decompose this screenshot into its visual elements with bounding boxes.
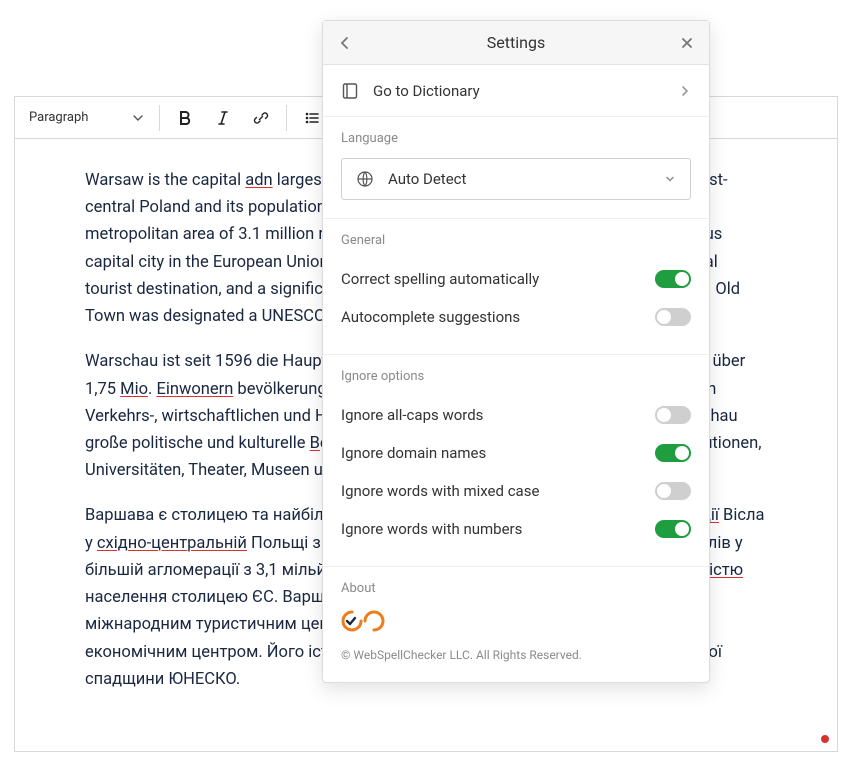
bold-button[interactable] bbox=[168, 103, 202, 133]
italic-button[interactable] bbox=[206, 103, 240, 133]
general-option-row: Correct spelling automatically bbox=[341, 260, 691, 298]
settings-panel: Settings Go to Dictionary Language Auto … bbox=[322, 20, 710, 683]
general-option-row: Autocomplete suggestions bbox=[341, 298, 691, 336]
text-run: Warsaw is the capital bbox=[85, 171, 245, 190]
ignore-option-row: Ignore all-caps words bbox=[341, 396, 691, 434]
spellcheck-status-indicator[interactable] bbox=[821, 735, 829, 743]
ignore-option-toggle[interactable] bbox=[655, 444, 691, 462]
about-label: About bbox=[341, 581, 691, 596]
ignore-option-toggle[interactable] bbox=[655, 482, 691, 500]
back-button[interactable] bbox=[323, 21, 367, 64]
general-option-label: Correct spelling automatically bbox=[341, 270, 539, 288]
language-select-value: Auto Detect bbox=[388, 170, 466, 188]
ignore-option-label: Ignore words with numbers bbox=[341, 520, 522, 538]
ignore-option-label: Ignore domain names bbox=[341, 444, 486, 462]
chevron-down-icon bbox=[133, 113, 143, 123]
language-section: Language Auto Detect bbox=[323, 117, 709, 219]
ignore-option-label: Ignore all-caps words bbox=[341, 406, 483, 424]
general-section: General Correct spelling automatically Au… bbox=[323, 219, 709, 355]
ignore-option-toggle[interactable] bbox=[655, 406, 691, 424]
toolbar-separator bbox=[159, 105, 160, 131]
general-option-toggle[interactable] bbox=[655, 308, 691, 326]
spelling-error[interactable]: adn bbox=[245, 171, 272, 190]
paragraph-style-label: Paragraph bbox=[29, 110, 88, 125]
general-option-label: Autocomplete suggestions bbox=[341, 308, 520, 326]
link-button[interactable] bbox=[244, 103, 278, 133]
spelling-error[interactable]: Mio bbox=[120, 380, 148, 399]
general-option-toggle[interactable] bbox=[655, 270, 691, 288]
ignore-option-row: Ignore words with mixed case bbox=[341, 472, 691, 510]
ignore-section: Ignore options Ignore all-caps words Igno… bbox=[323, 355, 709, 567]
language-select[interactable]: Auto Detect bbox=[341, 158, 691, 200]
general-section-label: General bbox=[341, 233, 691, 248]
chevron-left-icon bbox=[338, 36, 352, 50]
settings-title: Settings bbox=[487, 33, 545, 52]
chevron-down-icon bbox=[664, 173, 676, 185]
dictionary-link-label: Go to Dictionary bbox=[373, 82, 480, 100]
settings-panel-header: Settings bbox=[323, 21, 709, 65]
bulleted-list-icon bbox=[304, 110, 320, 126]
spelling-error[interactable]: східно-центральній bbox=[97, 534, 247, 553]
chevron-right-icon bbox=[679, 85, 691, 97]
about-section: About © WebSpellChecker LLC. All Rights … bbox=[323, 567, 709, 682]
paragraph-style-select[interactable]: Paragraph bbox=[21, 103, 151, 133]
globe-icon bbox=[356, 170, 374, 188]
dictionary-icon bbox=[341, 82, 359, 100]
ignore-option-label: Ignore words with mixed case bbox=[341, 482, 539, 500]
language-section-label: Language bbox=[341, 131, 691, 146]
toolbar-separator bbox=[286, 105, 287, 131]
ignore-section-label: Ignore options bbox=[341, 369, 691, 384]
italic-icon bbox=[215, 110, 231, 126]
ignore-option-toggle[interactable] bbox=[655, 520, 691, 538]
ignore-option-row: Ignore words with numbers bbox=[341, 510, 691, 548]
webspellchecker-logo bbox=[341, 608, 691, 634]
close-icon bbox=[680, 36, 694, 50]
spelling-error[interactable]: Einwonern bbox=[156, 380, 233, 399]
ignore-option-row: Ignore domain names bbox=[341, 434, 691, 472]
link-icon bbox=[253, 110, 269, 126]
bold-icon bbox=[177, 110, 193, 126]
go-to-dictionary-link[interactable]: Go to Dictionary bbox=[323, 65, 709, 117]
copyright-text: © WebSpellChecker LLC. All Rights Reserv… bbox=[341, 648, 691, 662]
spelling-error[interactable]: B bbox=[310, 434, 320, 453]
close-button[interactable] bbox=[665, 21, 709, 64]
